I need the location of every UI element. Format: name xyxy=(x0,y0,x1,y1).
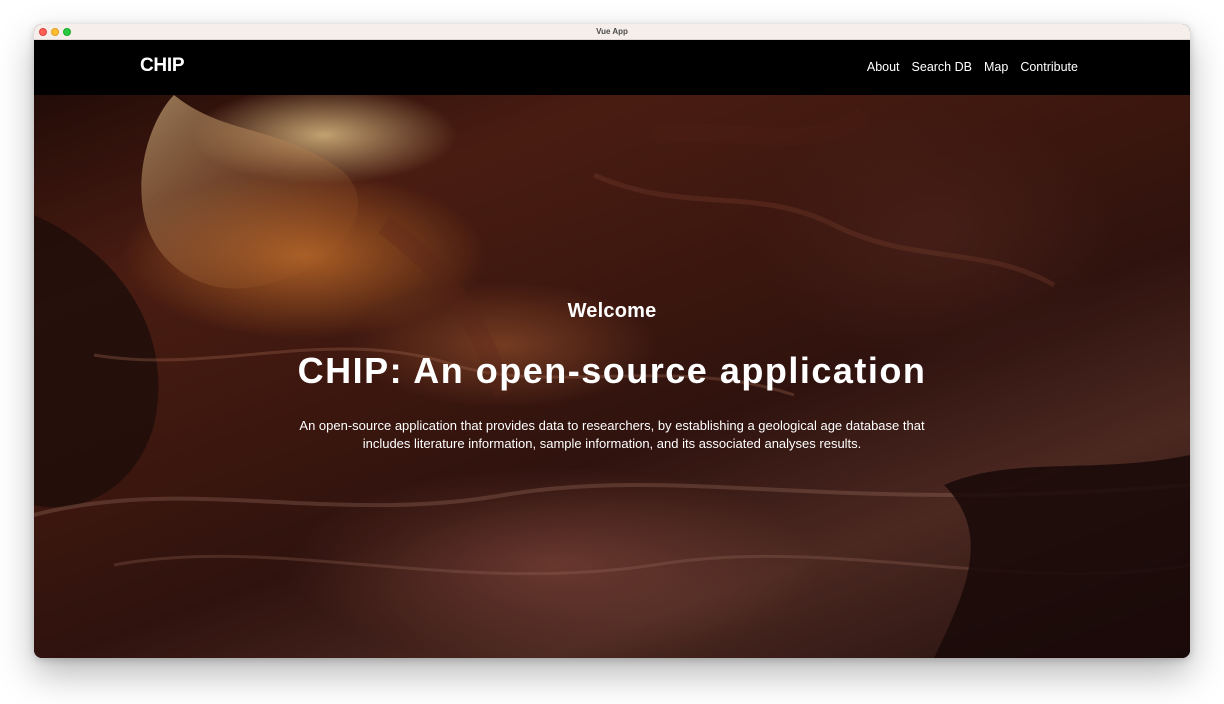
nav-links: About Search DB Map Contribute xyxy=(867,60,1078,74)
browser-window: Vue App CHIP About Search DB Map Contrib… xyxy=(34,24,1190,658)
top-navbar: CHIP About Search DB Map Contribute xyxy=(34,40,1190,95)
window-titlebar: Vue App xyxy=(34,24,1190,40)
nav-link-map[interactable]: Map xyxy=(984,60,1008,74)
hero-description: An open-source application that provides… xyxy=(299,418,925,451)
hero-welcome-text: Welcome xyxy=(567,300,657,322)
nav-link-contribute[interactable]: Contribute xyxy=(1020,60,1078,74)
brand-logo-link[interactable]: CHIP xyxy=(140,55,185,77)
window-title: Vue App xyxy=(596,27,628,36)
nav-link-about[interactable]: About xyxy=(867,60,900,74)
nav-link-search-db[interactable]: Search DB xyxy=(912,60,972,74)
hero-section: Welcome CHIP: An open-source application… xyxy=(34,95,1190,658)
hero-headline: CHIP: An open-source application xyxy=(297,350,927,391)
